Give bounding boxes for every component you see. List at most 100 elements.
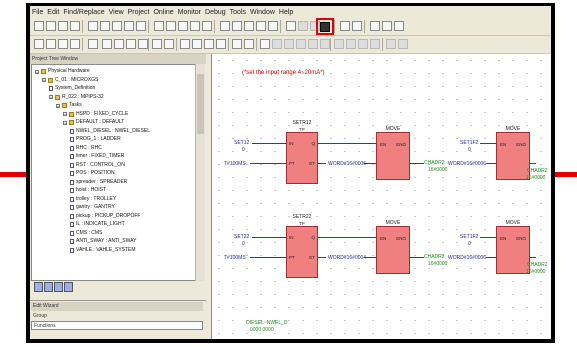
disconnect-icon[interactable] <box>192 39 202 49</box>
find-icon[interactable] <box>358 39 368 49</box>
expand-icon[interactable]: − <box>35 69 39 74</box>
menu-item-debug[interactable]: Debug <box>205 9 226 16</box>
tree-node[interactable]: − C_01 : MICROXGS <box>42 77 98 84</box>
paste-icon[interactable] <box>320 39 330 49</box>
new-icon[interactable] <box>244 39 254 49</box>
redo-icon[interactable] <box>136 21 146 31</box>
menu-item-help[interactable]: Help <box>279 9 293 16</box>
open-icon[interactable] <box>298 21 308 31</box>
tree-node[interactable]: − R_022 : MPIPS-32 <box>49 94 104 101</box>
tree-node[interactable]: spreader : SPREADER <box>70 179 127 186</box>
save-icon[interactable] <box>58 21 68 31</box>
tree-node[interactable]: − HSPD : FIXED_CYCLE <box>63 111 128 118</box>
copy-icon[interactable] <box>308 39 318 49</box>
connect-icon[interactable] <box>180 39 190 49</box>
zoom-out-icon[interactable] <box>178 21 188 31</box>
tree-node[interactable]: ANTI_SWAY : ANTI_SWAY <box>70 238 136 245</box>
copy-icon[interactable] <box>100 21 110 31</box>
tree-tab-variables[interactable] <box>54 282 63 292</box>
connect-icon[interactable] <box>220 21 230 31</box>
tree-node[interactable]: RST : CONTROL_ON <box>70 162 125 169</box>
monitor-icon[interactable] <box>152 39 162 49</box>
tree-node[interactable]: POS : POSITION <box>70 170 115 177</box>
find-icon[interactable] <box>154 21 164 31</box>
expand-icon[interactable]: − <box>49 95 53 100</box>
paste-icon[interactable] <box>112 21 122 31</box>
stop-icon[interactable] <box>256 21 266 31</box>
menu-item-tools[interactable]: Tools <box>230 9 246 16</box>
copy-icon[interactable] <box>370 21 380 31</box>
print-icon[interactable] <box>340 21 350 31</box>
tree-tab-library[interactable] <box>44 282 53 292</box>
expand-icon[interactable]: − <box>63 120 67 125</box>
expand-icon[interactable]: − <box>56 103 60 108</box>
highlighted-toolbar-button[interactable] <box>316 18 334 35</box>
zoom-out-icon[interactable] <box>138 39 148 49</box>
expand-icon[interactable]: − <box>63 112 67 117</box>
compile-icon[interactable] <box>164 39 174 49</box>
tree-node[interactable]: − Tasks <box>56 102 82 109</box>
highlighted-tool-icon[interactable] <box>204 39 214 49</box>
tree-node[interactable]: PROG_1 : LADDER <box>70 136 121 143</box>
menu-item-monitor[interactable]: Monitor <box>178 9 201 16</box>
zoom-in-icon[interactable] <box>166 21 176 31</box>
project-tree[interactable]: − Physical Hardware − C_01 : MICROXGS System… <box>31 64 196 281</box>
tree-node[interactable]: IL : INDICATE_LIGHT <box>70 221 125 228</box>
move-block[interactable]: MOVE EN ENO <box>376 126 410 180</box>
print-icon[interactable] <box>284 39 294 49</box>
edit-wizard-group-select[interactable]: Functions <box>31 321 203 330</box>
new-icon[interactable] <box>286 21 296 31</box>
expand-icon[interactable]: − <box>42 78 46 83</box>
menu-item-project[interactable]: Project <box>128 9 150 16</box>
tree-node[interactable]: RHC : RHC <box>70 145 102 152</box>
zoom-in-icon[interactable] <box>370 39 380 49</box>
open-icon[interactable] <box>46 21 56 31</box>
tree-node[interactable]: hoist : HOIST <box>70 187 106 194</box>
tree-node[interactable]: NWEL_DIESEL : NWEL_DIESEL <box>70 128 150 135</box>
fbd-editor-canvas[interactable]: (*set the input range 4~20mA*) SET12 0 T#1… <box>211 54 551 339</box>
tp-timer-block[interactable]: SETR22 TP IN Q PT ET <box>286 214 318 278</box>
tree-node[interactable]: − DEFAULT : DEFAULT <box>63 119 124 126</box>
tree-node[interactable]: VAHLE : VAHLE_SYSTEM <box>70 247 136 254</box>
compile-icon[interactable] <box>202 21 212 31</box>
tree-scrollbar[interactable] <box>195 64 205 281</box>
zoom-in-icon[interactable] <box>126 39 136 49</box>
print-icon[interactable] <box>70 21 80 31</box>
copy-icon[interactable] <box>58 39 68 49</box>
tree-node[interactable]: CMS : CMS <box>70 230 102 237</box>
run-icon[interactable] <box>268 21 278 31</box>
tree-node[interactable]: timer : FIXED_TIMER <box>70 153 124 160</box>
undo-icon[interactable] <box>88 39 98 49</box>
paste-icon[interactable] <box>70 39 80 49</box>
open-icon[interactable] <box>260 39 270 49</box>
redo-icon[interactable] <box>102 39 112 49</box>
tree-tab-project[interactable] <box>34 282 43 292</box>
undo-icon[interactable] <box>124 21 134 31</box>
move-block[interactable]: MOVE EN ENO <box>376 220 410 274</box>
find-icon[interactable] <box>114 39 124 49</box>
tree-node[interactable]: gantry : GANTRY <box>70 204 115 211</box>
tree-node[interactable]: trolley : TROLLEY <box>70 196 116 203</box>
menu-item-window[interactable]: Window <box>250 9 275 16</box>
cut-icon[interactable] <box>296 39 306 49</box>
disconnect-icon[interactable] <box>232 21 242 31</box>
cut-icon[interactable] <box>88 21 98 31</box>
menu-item-view[interactable]: View <box>109 9 124 16</box>
tree-node[interactable]: System_Definition <box>49 85 95 92</box>
run-icon[interactable] <box>232 39 242 49</box>
scrollbar-thumb[interactable] <box>197 74 204 134</box>
stop-icon[interactable] <box>216 39 226 49</box>
tree-node[interactable]: pickup : PICKUP_DROPOFF <box>70 213 140 220</box>
new-icon[interactable] <box>34 21 44 31</box>
print-icon[interactable] <box>34 39 44 49</box>
menu-item-findreplace[interactable]: Find/Replace <box>63 9 104 16</box>
redo-icon[interactable] <box>346 39 356 49</box>
menu-item-online[interactable]: Online <box>153 9 173 16</box>
paste-icon[interactable] <box>382 21 392 31</box>
move-block[interactable]: MOVE EN ENO <box>496 220 530 274</box>
save-icon[interactable] <box>272 39 282 49</box>
monitor-icon[interactable] <box>190 21 200 31</box>
tree-node[interactable]: − Physical Hardware <box>35 68 90 75</box>
menu-item-edit[interactable]: Edit <box>47 9 59 16</box>
monitor-icon[interactable] <box>398 39 408 49</box>
